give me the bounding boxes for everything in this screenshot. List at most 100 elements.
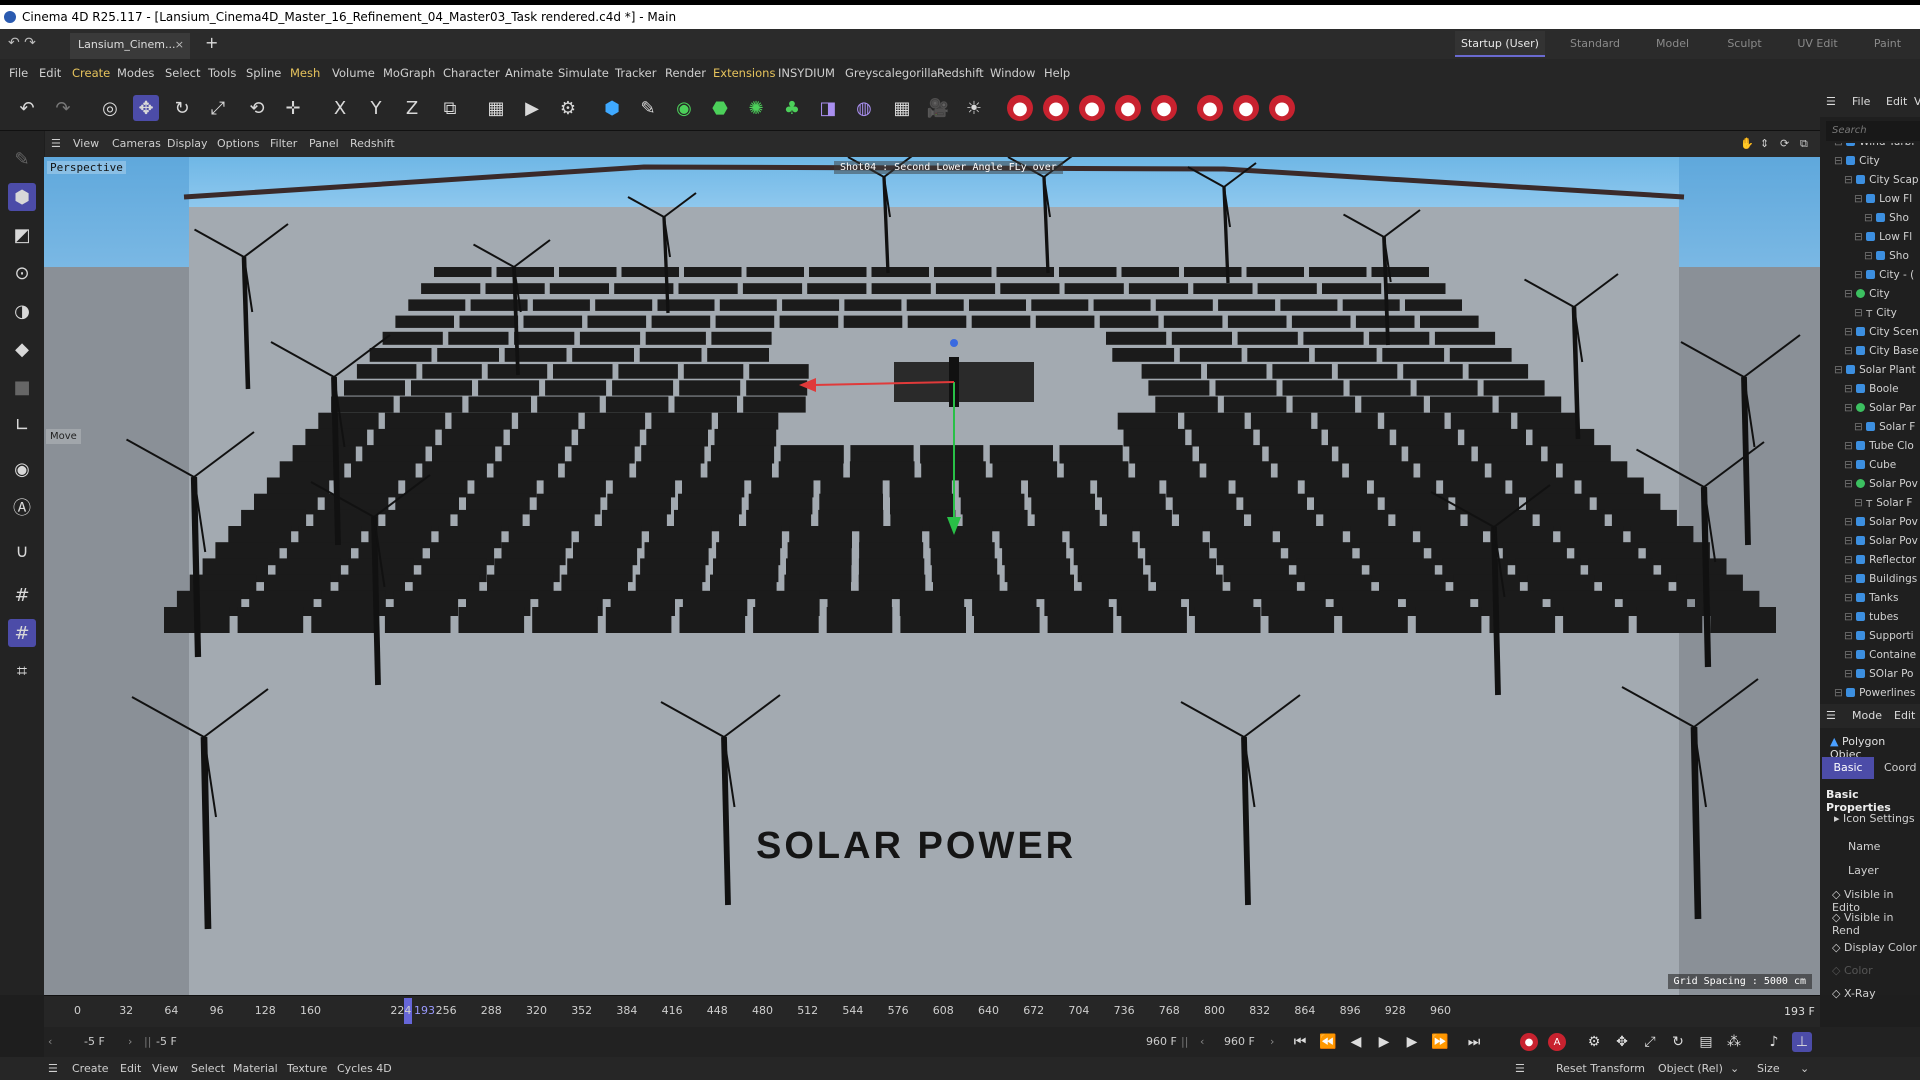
- light-icon[interactable]: ☀: [961, 95, 987, 121]
- menu-window[interactable]: Window: [990, 59, 1035, 87]
- expand-toggle-icon[interactable]: ⊟: [1854, 193, 1866, 205]
- menu-mesh[interactable]: Mesh: [290, 59, 320, 87]
- viewport-menu-options[interactable]: Options: [217, 131, 259, 157]
- object-tree-item[interactable]: ⊟ Solar F: [1854, 418, 1915, 437]
- preview-start-field[interactable]: -5 F: [156, 1033, 177, 1051]
- object-tree-item[interactable]: ⊟ Supporti: [1844, 627, 1914, 646]
- scale-key-icon[interactable]: ⤢: [1640, 1032, 1660, 1052]
- undo-history-icon[interactable]: ↶ ↷: [8, 35, 36, 51]
- object-tree-item[interactable]: ⊟ City Scap: [1844, 171, 1919, 190]
- x-axis-lock[interactable]: X: [327, 95, 353, 121]
- object-tree-item[interactable]: ⊟ Solar Par: [1844, 399, 1916, 418]
- layout-standard[interactable]: Standard: [1555, 31, 1635, 57]
- coordinate-mode-dropdown[interactable]: Object (Rel): [1658, 1057, 1723, 1080]
- object-tree-item[interactable]: ⊟ Tube Clo: [1844, 437, 1914, 456]
- render-view-icon[interactable]: ▶: [519, 95, 545, 121]
- transform-tool-icon[interactable]: ⟲: [244, 95, 270, 121]
- object-tree-item[interactable]: ⊟ Solar Pov: [1844, 532, 1918, 551]
- end-next-icon[interactable]: ›: [1270, 1033, 1274, 1051]
- viewport-camera-label[interactable]: Perspective: [47, 161, 126, 174]
- new-tab-button[interactable]: +: [205, 33, 218, 52]
- keyframe-selection-icon[interactable]: ⚙: [1584, 1032, 1604, 1052]
- expand-toggle-icon[interactable]: ⊟: [1844, 592, 1856, 604]
- object-tree-item[interactable]: ⊟ Powerlines: [1834, 684, 1915, 703]
- tab-coord[interactable]: Coord: [1878, 757, 1920, 779]
- preview-end-field[interactable]: 960 F: [1146, 1033, 1177, 1051]
- redo-icon[interactable]: ↷: [50, 95, 76, 121]
- render-settings-icon[interactable]: ⚙: [555, 95, 581, 121]
- redshift-dome-icon[interactable]: ●: [1079, 95, 1105, 121]
- end-prev-icon[interactable]: ‹: [1200, 1033, 1204, 1051]
- coordinates-hamburger-icon[interactable]: ☰: [1515, 1057, 1525, 1080]
- cloner-icon[interactable]: ✺: [743, 95, 769, 121]
- object-tree-item[interactable]: ⊟ City: [1844, 285, 1890, 304]
- viewport-menu-display[interactable]: Display: [167, 131, 208, 157]
- model-mode-icon[interactable]: ⬢: [8, 183, 36, 211]
- attribute-menu-mode[interactable]: Mode: [1852, 704, 1882, 728]
- layout-startup[interactable]: Startup (User): [1455, 31, 1545, 57]
- object-tree-item[interactable]: ⊟ City Base: [1844, 342, 1919, 361]
- viewport-zoom-icon[interactable]: ⇕: [1760, 131, 1769, 157]
- expand-toggle-icon[interactable]: ⊟: [1864, 212, 1876, 224]
- go-to-start-icon[interactable]: ⏮: [1290, 1032, 1310, 1052]
- material-menu-cycles4d[interactable]: Cycles 4D: [337, 1057, 392, 1080]
- coordinate-mode-chevron-icon[interactable]: ⌄: [1730, 1057, 1739, 1080]
- viewport-layout-icon[interactable]: ⧉: [1800, 131, 1808, 157]
- expand-toggle-icon[interactable]: ⊟: [1844, 554, 1856, 566]
- autokey-icon[interactable]: A: [1548, 1033, 1566, 1051]
- expand-toggle-icon[interactable]: ⊟: [1844, 478, 1856, 490]
- z-axis-lock[interactable]: Z: [399, 95, 425, 121]
- object-tree-item[interactable]: ⊟ City: [1834, 152, 1880, 171]
- viewport-orbit-icon[interactable]: ⟳: [1780, 131, 1789, 157]
- expand-toggle-icon[interactable]: ⊟: [1844, 649, 1856, 661]
- redshift-material-icon[interactable]: ●: [1269, 95, 1295, 121]
- object-tree-item[interactable]: ⊟ Solar Plant: [1834, 361, 1916, 380]
- live-selection-icon[interactable]: ◎: [97, 95, 123, 121]
- menu-edit[interactable]: Edit: [39, 59, 61, 87]
- coordinate-system-icon[interactable]: ⧉: [437, 95, 463, 121]
- expand-toggle-icon[interactable]: ⊟: [1844, 383, 1856, 395]
- axis-move-icon[interactable]: ✛: [280, 95, 306, 121]
- expand-toggle-icon[interactable]: ⊟: [1834, 687, 1846, 699]
- play-icon[interactable]: ▶: [1374, 1032, 1394, 1052]
- expand-toggle-icon[interactable]: ⊟: [1844, 326, 1856, 338]
- expand-toggle-icon[interactable]: ⊟: [1854, 269, 1866, 281]
- size-mode-chevron-icon[interactable]: ⌄: [1800, 1057, 1809, 1080]
- parameter-key-icon[interactable]: ▤: [1696, 1032, 1716, 1052]
- menu-extensions[interactable]: Extensions: [713, 59, 775, 87]
- previous-frame-icon[interactable]: ◀: [1346, 1032, 1366, 1052]
- reset-transform-button[interactable]: Reset Transform: [1556, 1057, 1645, 1080]
- undo-icon[interactable]: ↶: [14, 95, 40, 121]
- extrude-icon[interactable]: ⬣: [707, 95, 733, 121]
- move-tool-icon[interactable]: ✥: [133, 95, 159, 121]
- menu-insydium[interactable]: INSYDIUM: [778, 59, 835, 87]
- expand-toggle-icon[interactable]: ⊟: [1854, 307, 1866, 319]
- viewport-pan-icon[interactable]: ✋: [1740, 131, 1754, 157]
- attribute-hamburger-icon[interactable]: ☰: [1826, 704, 1836, 728]
- expand-toggle-icon[interactable]: ⊟: [1854, 497, 1866, 509]
- expand-toggle-icon[interactable]: ⊟: [1854, 421, 1866, 433]
- next-frame-icon[interactable]: ▶: [1402, 1032, 1422, 1052]
- scale-tool-icon[interactable]: ⤢: [205, 95, 231, 121]
- viewport-menu-cameras[interactable]: Cameras: [112, 131, 161, 157]
- rotate-tool-icon[interactable]: ↻: [169, 95, 195, 121]
- menu-tracker[interactable]: Tracker: [615, 59, 657, 87]
- expand-toggle-icon[interactable]: ⊟: [1834, 364, 1846, 376]
- menu-select[interactable]: Select: [165, 59, 200, 87]
- field-display-color[interactable]: ◇ Display Color: [1832, 941, 1917, 954]
- field-layer[interactable]: Layer: [1848, 864, 1879, 877]
- object-tree-item[interactable]: ⊟ Solar Pov: [1844, 475, 1918, 494]
- 3d-viewport[interactable]: Perspective Shot04 : Second Lower Angle …: [44, 157, 1820, 995]
- expand-toggle-icon[interactable]: ⊟: [1844, 402, 1856, 414]
- max-frame-field[interactable]: 960 F: [1224, 1033, 1255, 1051]
- sound-icon[interactable]: ♪: [1764, 1032, 1784, 1052]
- redshift-sky-icon[interactable]: ●: [1115, 95, 1141, 121]
- expand-toggle-icon[interactable]: ⊟: [1844, 440, 1856, 452]
- icon-settings-group[interactable]: ▸ Icon Settings: [1834, 812, 1915, 825]
- deformer-icon[interactable]: ◨: [815, 95, 841, 121]
- object-tree-item[interactable]: ⊟ Sho: [1864, 209, 1909, 228]
- expand-toggle-icon[interactable]: ⊟: [1854, 231, 1866, 243]
- menu-spline[interactable]: Spline: [246, 59, 281, 87]
- menu-greyscalegorilla[interactable]: Greyscalegorilla: [845, 59, 938, 87]
- quantize-icon[interactable]: ⌗: [8, 657, 36, 685]
